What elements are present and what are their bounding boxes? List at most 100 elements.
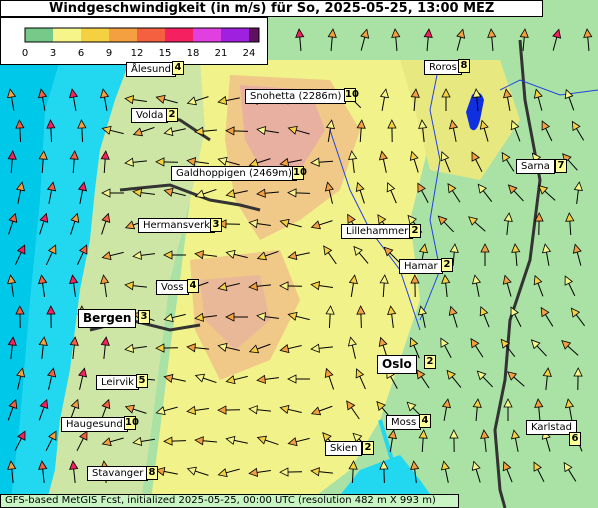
wind-arrow (533, 274, 544, 297)
wind-arrow (101, 437, 124, 447)
wind-arrow (476, 370, 494, 388)
station-wind-value: 8 (146, 466, 158, 480)
wind-arrow (279, 281, 303, 291)
legend-tick-label: 6 (78, 48, 84, 59)
wind-arrow (287, 250, 310, 261)
station-wind-value: 10 (124, 416, 139, 430)
wind-arrow (468, 216, 486, 232)
wind-arrow (572, 243, 582, 266)
legend-tick-label: 0 (22, 48, 28, 59)
wind-arrow (70, 212, 80, 235)
wind-arrow (348, 150, 358, 173)
wind-arrow (472, 88, 482, 112)
wind-arrow (327, 28, 337, 52)
station-wind-value: 4 (172, 61, 184, 75)
wind-arrow (7, 398, 18, 421)
wind-arrow (379, 460, 389, 484)
wind-arrow (256, 312, 279, 322)
station-label: Hermansverk (138, 218, 215, 233)
wind-arrow (100, 336, 110, 359)
station-label: Sarna (516, 159, 555, 174)
station-label: Hamar (399, 259, 443, 274)
wind-arrow (448, 305, 458, 328)
wind-arrow (287, 374, 310, 384)
wind-arrow (68, 88, 79, 111)
wind-arrow (386, 182, 397, 204)
wind-arrow (194, 250, 217, 260)
legend-swatch (249, 28, 259, 42)
wind-arrow (440, 150, 451, 173)
wind-arrow (287, 311, 310, 321)
wind-arrow (325, 305, 335, 329)
legend-swatch (25, 28, 53, 42)
wind-arrow (418, 119, 428, 142)
wind-arrow (101, 212, 111, 235)
station-label: Snohetta (2286m) (245, 89, 347, 104)
wind-arrow (565, 212, 575, 236)
station-label: Lillehammer (341, 224, 414, 239)
legend-tick-label: 21 (215, 48, 228, 59)
wind-arrow (217, 282, 240, 292)
wind-arrow (410, 88, 420, 112)
wind-arrow (310, 343, 333, 353)
wind-arrow (163, 250, 186, 260)
wind-arrow (100, 274, 110, 297)
wind-arrow (38, 398, 49, 421)
wind-arrow (14, 244, 26, 266)
map-title: Windgeschwindigkeit (in m/s) für So, 202… (0, 0, 543, 17)
station-wind-value: 8 (458, 59, 470, 73)
wind-arrow (510, 306, 522, 328)
wind-arrow (124, 157, 147, 167)
wind-arrow (502, 460, 513, 483)
wind-arrow (217, 95, 240, 106)
wind-arrow (217, 468, 240, 478)
wind-arrow (46, 119, 56, 143)
wind-arrow (287, 188, 311, 198)
station-wind-value: 4 (419, 414, 431, 428)
station-label: Leirvik (96, 375, 139, 390)
wind-arrow (447, 183, 461, 203)
wind-arrow (194, 188, 217, 199)
wind-arrow (69, 274, 79, 297)
wind-arrow (186, 96, 209, 106)
wind-arrow (487, 28, 497, 52)
forecast-footer: GFS-based MetGIS Fcst, initialized 2025-… (0, 494, 459, 508)
legend-tick-label: 18 (187, 48, 200, 59)
wind-arrow (391, 28, 401, 52)
wind-arrow (571, 120, 585, 141)
wind-arrow (163, 436, 187, 446)
legend-swatch (53, 28, 81, 42)
wind-arrow (186, 405, 209, 415)
wind-arrow (279, 404, 302, 414)
wind-arrow (355, 181, 365, 204)
wind-arrow (324, 367, 335, 390)
wind-arrow (163, 373, 186, 384)
wind-arrow (248, 467, 271, 477)
wind-arrow (194, 436, 218, 446)
wind-arrow (471, 274, 482, 297)
wind-arrow (441, 274, 451, 297)
wind-arrow (7, 460, 17, 483)
wind-arrow (387, 305, 397, 328)
wind-arrow (194, 312, 217, 322)
wind-arrow (507, 184, 524, 202)
wind-arrow (540, 306, 554, 327)
wind-arrow (533, 88, 543, 111)
wind-arrow (356, 119, 366, 143)
wind-arrow (15, 305, 25, 329)
wind-arrow (530, 339, 547, 357)
wind-arrow (323, 245, 337, 265)
wind-arrow (163, 126, 186, 137)
wind-arrow (155, 406, 178, 416)
wind-arrow (279, 467, 303, 477)
legend-tick-label: 15 (159, 48, 172, 59)
wind-arrow (347, 336, 357, 359)
wind-arrow (510, 119, 521, 142)
legend-tick-label: 12 (131, 48, 144, 59)
wind-arrow (409, 150, 419, 173)
wind-arrow (417, 182, 429, 203)
legend-tick-label: 24 (243, 48, 256, 59)
wind-arrow (310, 157, 334, 167)
station-wind-value: 2 (424, 355, 436, 369)
wind-arrow (503, 212, 513, 235)
